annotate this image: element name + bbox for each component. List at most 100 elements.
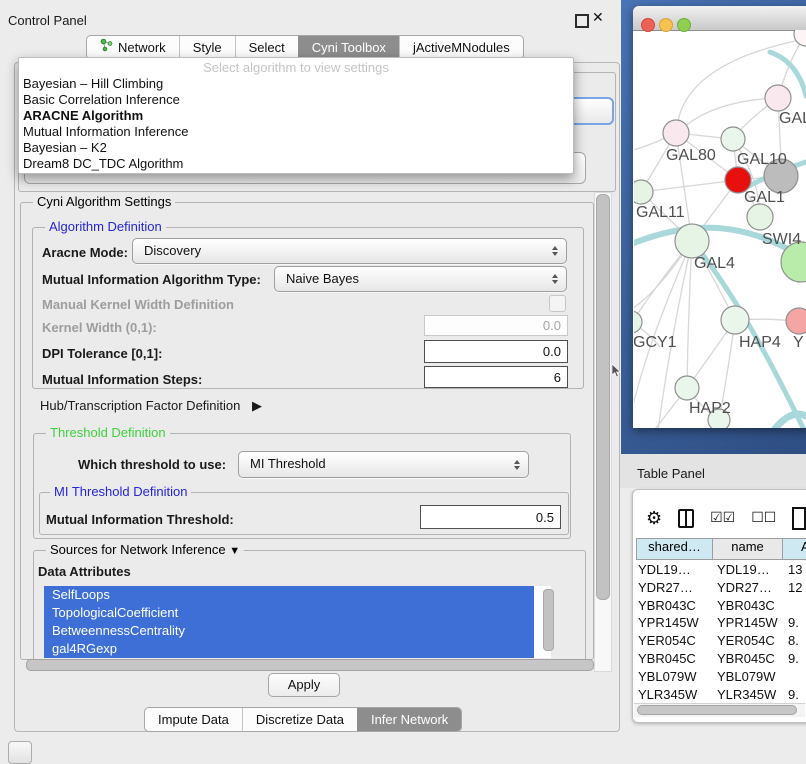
network-node-gal2[interactable] xyxy=(765,85,791,111)
tab-discretize-data[interactable]: Discretize Data xyxy=(242,708,357,731)
table-row[interactable]: YBL079WYBL079W xyxy=(636,668,806,686)
settings-gear-icon[interactable]: ⚙ xyxy=(646,508,662,529)
collapse-arrow-icon: ▼ xyxy=(229,545,240,557)
tab-select[interactable]: Select xyxy=(235,36,298,59)
table-cell[interactable]: YDL19… xyxy=(636,561,715,579)
column-header-a[interactable]: A xyxy=(783,538,806,560)
table-cell[interactable]: 12 xyxy=(787,579,806,597)
expand-arrow-icon: ▶ xyxy=(252,398,262,413)
aracne-mode-combobox[interactable]: Discovery xyxy=(132,238,567,264)
algorithm-option-mutual-information-inference[interactable]: Mutual Information Inference xyxy=(19,124,573,140)
algorithm-option-bayesian-k2[interactable]: Bayesian – K2 xyxy=(19,140,573,156)
table-cell[interactable]: YBR045C xyxy=(715,650,787,668)
algorithm-option-aracne-algorithm[interactable]: ARACNE Algorithm xyxy=(19,108,573,124)
table-cell[interactable]: YLR345W xyxy=(636,686,715,703)
network-edge xyxy=(685,98,778,126)
table-cell[interactable]: YDR27… xyxy=(636,579,715,597)
algorithm-definition-title: Algorithm Definition xyxy=(45,219,166,234)
manual-kernel-checkbox[interactable] xyxy=(549,295,566,312)
network-node-label-gal1: GAL1 xyxy=(744,189,785,206)
settings-hscrollbar-thumb[interactable] xyxy=(26,659,594,671)
unselect-columns-icon[interactable]: ☐☐ xyxy=(751,510,776,526)
algorithm-option-bayesian-hill-climbing[interactable]: Bayesian – Hill Climbing xyxy=(19,76,573,92)
table-cell[interactable]: YBR043C xyxy=(636,597,715,615)
attribute-item-gal4rgexp[interactable]: gal4RGexp xyxy=(44,640,534,658)
tab-impute-data[interactable]: Impute Data xyxy=(145,708,242,731)
network-node-gcy1[interactable] xyxy=(634,311,642,333)
table-cell[interactable]: YLR345W xyxy=(715,686,787,703)
table-cell[interactable]: 9. xyxy=(787,686,806,703)
close-panel-button[interactable]: ✕ xyxy=(592,10,604,26)
table-panel-title: Table Panel xyxy=(637,466,705,481)
network-node-gal11[interactable] xyxy=(634,180,653,204)
table-row[interactable]: YER054CYER054C8. xyxy=(636,632,806,650)
table-cell[interactable]: 8. xyxy=(787,632,806,650)
table-row[interactable]: YDR27…YDR27…12 xyxy=(636,579,806,597)
network-node-y[interactable] xyxy=(786,308,806,334)
float-panel-button[interactable] xyxy=(575,14,589,28)
network-node[interactable] xyxy=(794,30,806,46)
table-cell[interactable] xyxy=(787,597,806,615)
table-row[interactable]: YBR043CYBR043C xyxy=(636,597,806,615)
column-header-shared[interactable]: shared… xyxy=(636,538,713,560)
kernel-width-field[interactable]: 0.0 xyxy=(424,315,568,336)
mi-type-label: Mutual Information Algorithm Type: xyxy=(42,272,261,287)
attributes-list-scrollbar[interactable] xyxy=(543,589,554,651)
table-hscrollbar-thumb[interactable] xyxy=(637,705,797,715)
mi-type-combobox[interactable]: Naive Bayes xyxy=(274,266,567,292)
attribute-item-betweennesscentrality[interactable]: BetweennessCentrality xyxy=(44,622,534,640)
table-cell[interactable]: YBR043C xyxy=(715,597,787,615)
table-cell[interactable]: YBR045C xyxy=(636,650,715,668)
table-cell[interactable]: YPR145W xyxy=(715,614,787,632)
which-threshold-value: MI Threshold xyxy=(239,452,528,475)
network-node-gal80[interactable] xyxy=(663,120,689,146)
collapsed-panel-button[interactable] xyxy=(8,741,32,764)
select-columns-icon[interactable]: ☑☑ xyxy=(710,510,735,526)
tab-cyni-toolbox[interactable]: Cyni Toolbox xyxy=(298,36,399,59)
table-row[interactable]: YLR345WYLR345W9. xyxy=(636,686,806,703)
tab-discretize-data-label: Discretize Data xyxy=(256,708,344,731)
network-node-hap4[interactable] xyxy=(721,306,749,334)
algorithm-option-dream8-dc-tdc-algorithm[interactable]: Dream8 DC_TDC Algorithm xyxy=(19,156,573,172)
sources-title[interactable]: Sources for Network Inference ▼ xyxy=(46,542,244,557)
new-table-icon[interactable] xyxy=(792,507,806,530)
network-node-gal4[interactable] xyxy=(675,224,709,258)
table-row[interactable]: YBR045CYBR045C9. xyxy=(636,650,806,668)
table-cell[interactable]: 9. xyxy=(787,650,806,668)
table-cell[interactable]: YBL079W xyxy=(715,668,787,686)
split-columns-icon[interactable] xyxy=(678,509,694,528)
which-threshold-combobox[interactable]: MI Threshold xyxy=(238,451,529,478)
algorithm-option-basic-correlation-inference[interactable]: Basic Correlation Inference xyxy=(19,92,573,108)
table-cell[interactable] xyxy=(787,668,806,686)
tab-jactivemnodules[interactable]: jActiveMNodules xyxy=(399,36,523,59)
attribute-item-topologicalcoefficient[interactable]: TopologicalCoefficient xyxy=(44,604,534,622)
tab-infer-network[interactable]: Infer Network xyxy=(357,708,461,731)
column-header-name[interactable]: name xyxy=(713,538,783,560)
table-cell[interactable]: YER054C xyxy=(715,632,787,650)
table-cell[interactable]: 9. xyxy=(787,614,806,632)
tab-network[interactable]: Network xyxy=(87,36,179,59)
hub-definition-toggle[interactable]: Hub/Transcription Factor Definition ▶ xyxy=(40,398,262,414)
mouse-cursor xyxy=(611,364,623,379)
apply-button[interactable]: Apply xyxy=(268,673,340,697)
table-cell[interactable]: 13 xyxy=(787,561,806,579)
settings-scrollbar-thumb[interactable] xyxy=(596,194,610,600)
table-cell[interactable]: YDL19… xyxy=(715,561,787,579)
table-row[interactable]: YPR145WYPR145W9. xyxy=(636,614,806,632)
network-node-swi4[interactable] xyxy=(747,204,773,230)
network-canvas[interactable]: GAL2GAL80GAL10GAL1GAL11SWI4GAL4GCY1HAP4Y… xyxy=(634,30,806,428)
tab-style[interactable]: Style xyxy=(179,36,235,59)
table-cell[interactable]: YDR27… xyxy=(715,579,787,597)
table-cell[interactable]: YPR145W xyxy=(636,614,715,632)
table-cell[interactable]: YBL079W xyxy=(636,668,715,686)
mi-steps-field[interactable]: 6 xyxy=(424,366,568,388)
network-node-hap2[interactable] xyxy=(675,376,699,400)
attribute-item-selfloops[interactable]: SelfLoops xyxy=(44,586,534,604)
table-cell[interactable]: YER054C xyxy=(636,632,715,650)
dpi-tolerance-field[interactable]: 0.0 xyxy=(424,340,568,363)
mi-threshold-field[interactable]: 0.5 xyxy=(420,505,561,529)
network-window-titlebar[interactable] xyxy=(633,6,806,31)
mi-threshold-definition-title: MI Threshold Definition xyxy=(50,484,191,499)
table-row[interactable]: YDL19…YDL19…13 xyxy=(636,561,806,579)
network-node-gal10[interactable] xyxy=(721,127,745,151)
